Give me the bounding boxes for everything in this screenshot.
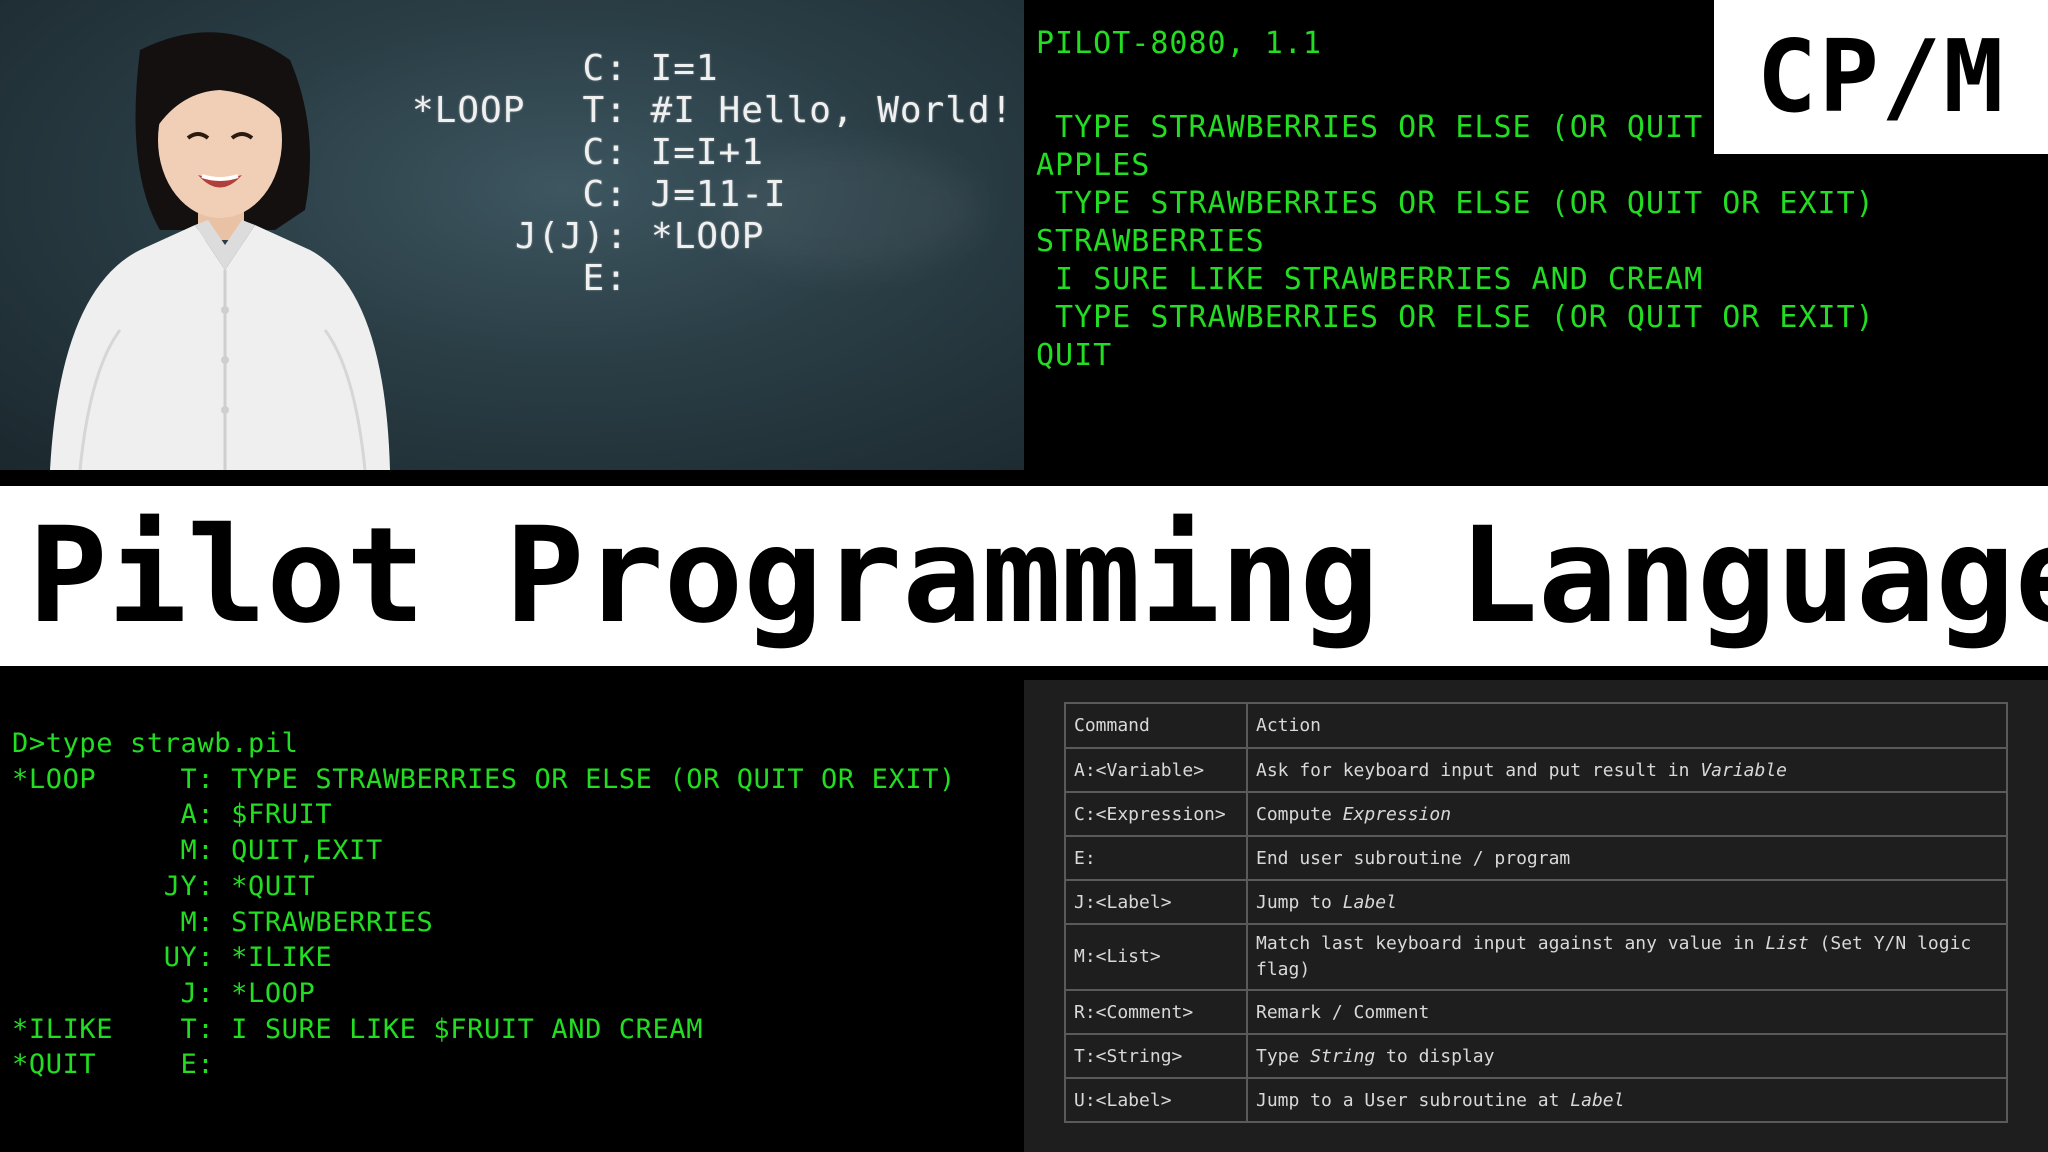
command-cell: M:<List> — [1064, 923, 1248, 991]
action-param: List — [1765, 933, 1809, 954]
action-cell: Jump to Label — [1246, 879, 2008, 925]
command-cell: A:<Variable> — [1064, 747, 1248, 793]
title-banner: Pilot Programming Language — [0, 486, 2048, 666]
cpm-badge: CP/M — [1714, 0, 2048, 154]
chalk-code-label: *LOOP — [412, 90, 526, 131]
table-row: C:<Expression> Compute Expression — [1064, 791, 2008, 837]
command-cell: T:<String> — [1064, 1033, 1248, 1079]
action-cell: Match last keyboard input against any va… — [1246, 923, 2008, 991]
terminal-line: TYPE STRAWBERRIES OR ELSE (OR QUIT OR EX… — [1036, 186, 1875, 221]
action-text: Remark / Comment — [1256, 1001, 1430, 1023]
listing-line: *QUIT E: — [12, 1049, 215, 1081]
chalk-code-line: C: J=11-I — [582, 174, 787, 215]
presenter-illustration — [50, 32, 390, 470]
chalk-code-line: E: — [582, 258, 628, 299]
table-row: E: End user subroutine / program — [1064, 835, 2008, 881]
action-param: Label — [1570, 1089, 1625, 1111]
action-cell: Jump to a User subroutine at Label — [1246, 1077, 2008, 1123]
chalk-code-line: C: I=1 — [582, 48, 719, 89]
command-cell: J:<Label> — [1064, 879, 1248, 925]
terminal-line: TYPE STRAWBERRIES OR ELSE (OR QUIT OR EX… — [1036, 300, 1875, 335]
terminal-line: TYPE STRAWBERRIES OR ELSE (OR QUIT — [1036, 110, 1704, 145]
action-text: End user subroutine / program — [1256, 847, 1571, 869]
action-cell: Remark / Comment — [1246, 989, 2008, 1035]
cpm-badge-label: CP/M — [1756, 18, 2006, 135]
terminal-line: APPLES — [1036, 148, 1151, 183]
header-action: Action — [1246, 702, 2008, 749]
table-row: A:<Variable> Ask for keyboard input and p… — [1064, 747, 2008, 793]
action-cell: Type String to display — [1246, 1033, 2008, 1079]
action-cell: Ask for keyboard input and put result in… — [1246, 747, 2008, 793]
action-text: Ask for keyboard input and put result in — [1256, 759, 1701, 781]
chalk-code-line: T: #I Hello, World! — [582, 90, 1014, 131]
listing-line: *ILIKE T: I SURE LIKE $FRUIT AND CREAM — [12, 1013, 704, 1045]
listing-line: D>type strawb.pil — [12, 728, 299, 759]
action-text: Jump to a User subroutine at — [1256, 1089, 1571, 1111]
chalk-code-line: J(J): *LOOP — [515, 216, 765, 257]
table-row: U:<Label> Jump to a User subroutine at La… — [1064, 1077, 2008, 1123]
action-param: Variable — [1700, 759, 1788, 781]
listing-line: A: $FRUIT — [12, 799, 333, 831]
action-param: String — [1310, 1045, 1376, 1067]
program-listing-terminal: D>type strawb.pil *LOOP T: TYPE STRAWBERR… — [0, 680, 1024, 1152]
table-row: R:<Comment> Remark / Comment — [1064, 989, 2008, 1035]
action-cell: End user subroutine / program — [1246, 835, 2008, 881]
listing-line: J: *LOOP — [12, 977, 316, 1009]
action-param: Label — [1342, 891, 1397, 913]
chalk-code-line: C: I=I+1 — [582, 132, 764, 173]
action-cell: Compute Expression — [1246, 791, 2008, 837]
command-reference-table: Command Action A:<Variable> Ask for keybo… — [1064, 702, 2008, 1123]
command-cell: R:<Comment> — [1064, 989, 1248, 1035]
listing-line: JY: *QUIT — [12, 870, 316, 902]
action-text: Match last keyboard input against any va… — [1256, 933, 1766, 954]
command-reference-panel: Command Action A:<Variable> Ask for keybo… — [1024, 680, 2048, 1152]
command-cell: C:<Expression> — [1064, 791, 1248, 837]
terminal-line: PILOT-8080, 1.1 — [1036, 26, 1322, 61]
action-param: Expression — [1342, 803, 1452, 825]
terminal-line: QUIT — [1036, 338, 1113, 373]
command-cell: E: — [1064, 835, 1248, 881]
listing-line: *LOOP T: TYPE STRAWBERRIES OR ELSE (OR Q… — [12, 763, 956, 795]
command-cell: U:<Label> — [1064, 1077, 1248, 1123]
terminal-line: STRAWBERRIES — [1036, 224, 1265, 259]
table-row: T:<String> Type String to display — [1064, 1033, 2008, 1079]
table-row: J:<Label> Jump to Label — [1064, 879, 2008, 925]
table-header-row: Command Action — [1064, 702, 2008, 749]
terminal-line: I SURE LIKE STRAWBERRIES AND CREAM — [1036, 262, 1704, 297]
action-text: Compute — [1256, 803, 1343, 825]
action-text: Jump to — [1256, 891, 1343, 913]
listing-line: M: QUIT,EXIT — [12, 835, 383, 867]
page-title: Pilot Programming Language — [28, 499, 2048, 653]
listing-line: M: STRAWBERRIES — [12, 906, 434, 938]
table-row: M:<List> Match last keyboard input agains… — [1064, 923, 2008, 991]
action-text: Type — [1256, 1045, 1311, 1067]
header-command: Command — [1064, 702, 1248, 749]
presenter-photo-panel: C: I=1 *LOOP T: #I Hello, World! C: I=I+1 C:… — [0, 0, 1024, 470]
action-text-suffix: to display — [1375, 1045, 1495, 1067]
listing-line: UY: *ILIKE — [12, 942, 333, 974]
